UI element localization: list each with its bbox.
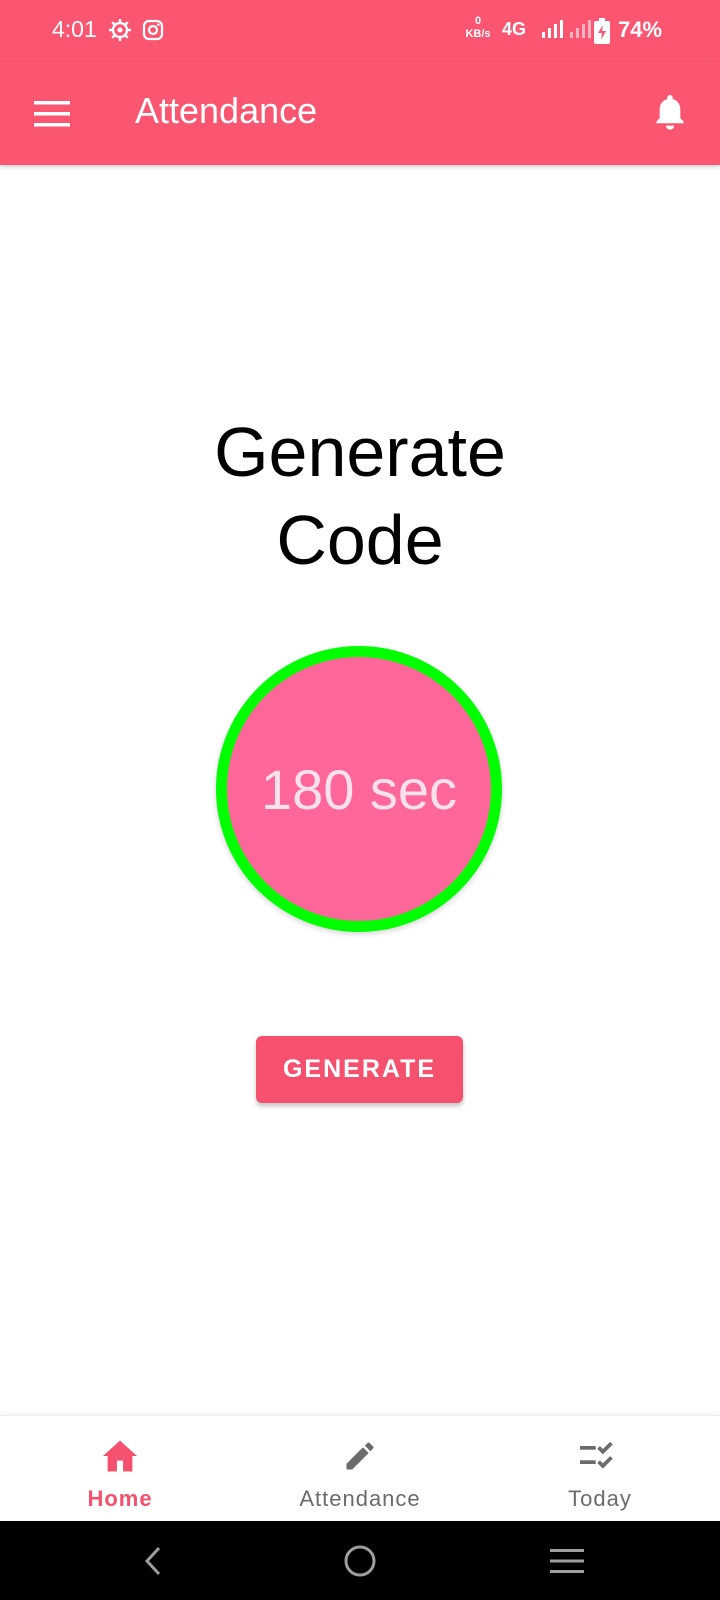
system-navigation-bar [0, 1521, 720, 1600]
nav-label-attendance: Attendance [299, 1486, 421, 1511]
countdown-timer: 180 sec [216, 646, 502, 932]
network-speed-unit: KB/s [465, 28, 491, 40]
back-button[interactable] [131, 1539, 175, 1583]
hamburger-menu-icon [34, 101, 70, 127]
timer-text: 180 sec [260, 757, 458, 821]
battery-charging-icon [594, 18, 610, 44]
network-speed: 0 KB/s [460, 15, 496, 41]
signal-strength-icon [540, 20, 564, 40]
notifications-button[interactable] [644, 86, 696, 138]
status-time: 4:01 [52, 16, 97, 42]
back-chevron-icon [144, 1546, 161, 1576]
bell-icon [656, 95, 684, 130]
network-type: 4G [502, 19, 527, 39]
checklist-icon [580, 1436, 620, 1476]
heading-line-1: Generate [214, 413, 506, 491]
status-bar: 4:01 0 KB/s 4G 74% [0, 0, 720, 62]
nav-item-today[interactable]: Today [480, 1416, 720, 1522]
page-title: Attendance [135, 90, 318, 131]
menu-button[interactable] [28, 90, 76, 138]
signal-strength-secondary-icon [568, 20, 592, 40]
home-circle-icon [344, 1545, 376, 1577]
recents-button[interactable] [545, 1539, 589, 1583]
instagram-icon [141, 18, 165, 42]
pencil-icon [340, 1436, 380, 1476]
network-speed-value: 0 [474, 15, 482, 27]
battery-percent: 74% [618, 17, 663, 42]
app-toolbar: Attendance [0, 62, 720, 165]
settings-gear-icon [108, 18, 132, 42]
status-indicators: 0 KB/s 4G 74% [420, 0, 720, 62]
page-heading: Generate Code [0, 408, 720, 584]
heading-line-2: Code [276, 501, 444, 579]
nav-label-home: Home [87, 1486, 153, 1511]
bottom-navigation: Home Attendance Today [0, 1415, 720, 1521]
nav-item-home[interactable]: Home [0, 1416, 240, 1522]
nav-item-attendance[interactable]: Attendance [240, 1416, 480, 1522]
generate-button[interactable]: GENERATE [256, 1036, 463, 1103]
nav-label-today: Today [568, 1486, 632, 1511]
recents-menu-icon [550, 1549, 584, 1573]
home-icon [100, 1436, 140, 1476]
home-system-button[interactable] [338, 1539, 382, 1583]
